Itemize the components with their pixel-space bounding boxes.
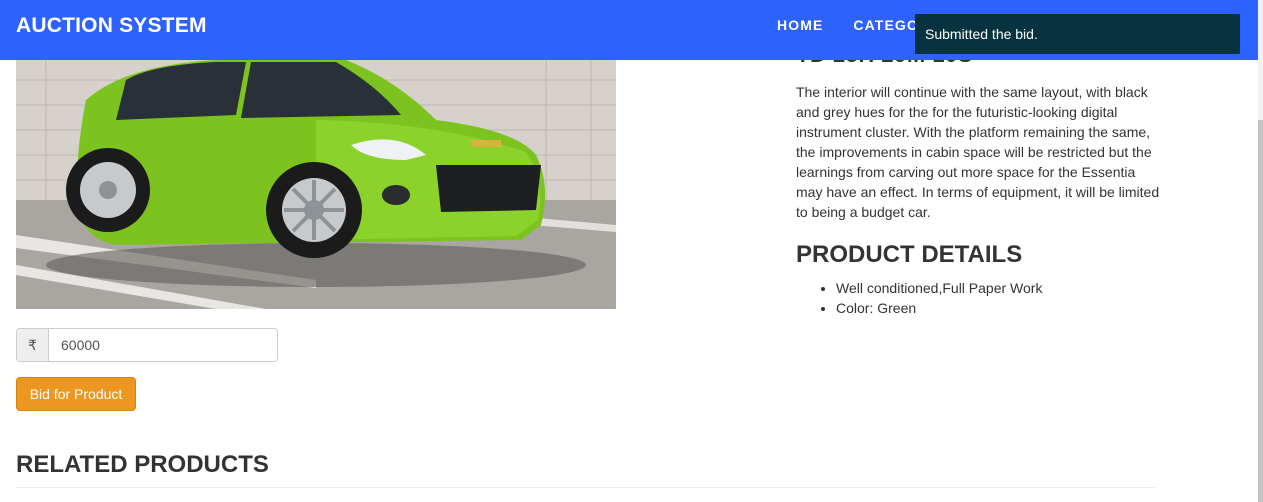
product-details-list: Well conditioned,Full Paper Work Color: … (836, 278, 1042, 318)
list-item: Well conditioned,Full Paper Work (836, 278, 1042, 298)
toast-notification: Submitted the bid. (915, 14, 1240, 54)
nav-link-categories[interactable]: CATEGO (853, 17, 918, 33)
car-image (16, 60, 616, 309)
bid-amount-group: ₹ (16, 328, 278, 362)
toast-message: Submitted the bid. (925, 26, 1038, 42)
divider (16, 487, 1157, 488)
rupee-icon: ₹ (17, 329, 49, 361)
scrollbar[interactable] (1258, 0, 1263, 502)
product-description: The interior will continue with the same… (796, 84, 1160, 220)
brand-logo[interactable]: AUCTION SYSTEM (16, 14, 207, 38)
bid-for-product-button[interactable]: Bid for Product (16, 377, 136, 411)
product-details-heading: PRODUCT DETAILS (796, 241, 1023, 268)
related-products-heading: RELATED PRODUCTS (16, 451, 269, 478)
product-image (16, 60, 616, 309)
nav-link-home[interactable]: HOME (777, 17, 823, 33)
scrollbar-thumb[interactable] (1258, 120, 1263, 502)
list-item: Color: Green (836, 298, 1042, 318)
bid-amount-input[interactable] (49, 329, 277, 361)
